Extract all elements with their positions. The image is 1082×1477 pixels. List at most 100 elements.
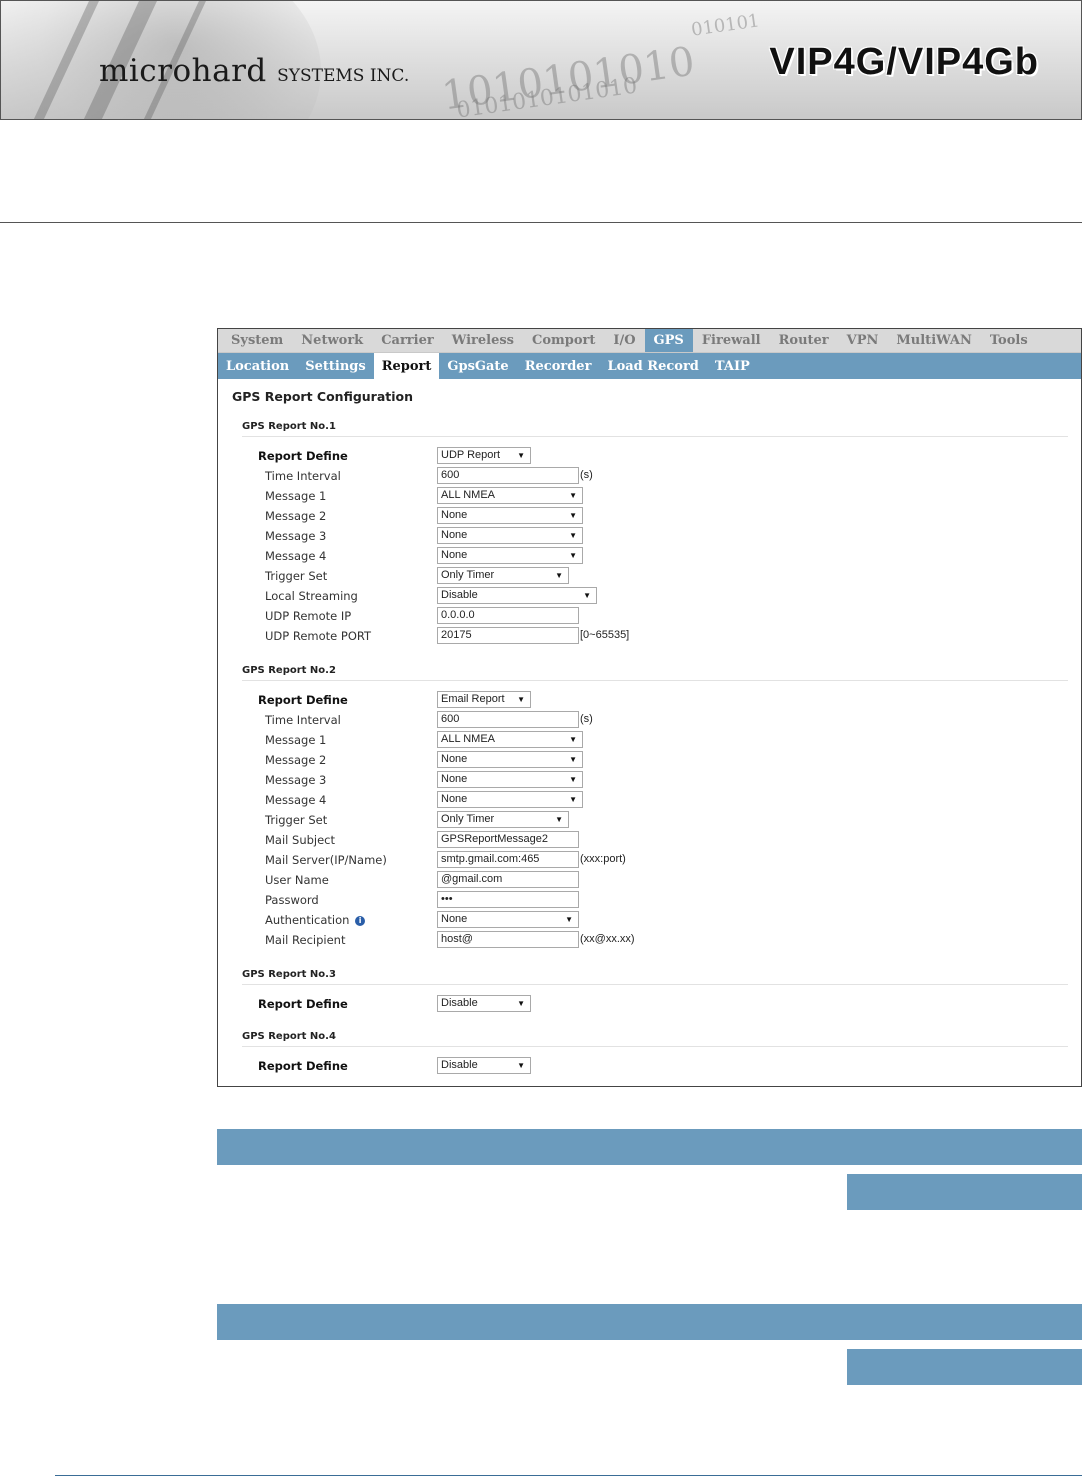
report2-message1-row: Message 1 ALL NMEA ▼ — [218, 731, 1078, 751]
message1-select[interactable]: ALL NMEA ▼ — [437, 731, 583, 748]
report-define-select[interactable]: UDP Report ▼ — [437, 447, 531, 464]
subtab-settings[interactable]: Settings — [297, 353, 373, 379]
chevron-down-icon: ▼ — [569, 551, 577, 560]
select-value: ALL NMEA — [441, 733, 496, 745]
authentication-select[interactable]: None ▼ — [437, 911, 579, 928]
field-label: Message 4 — [265, 549, 327, 563]
subtab-gpsgate[interactable]: GpsGate — [439, 353, 516, 379]
subtab-recorder[interactable]: Recorder — [517, 353, 600, 379]
report1-define-row: Report Define UDP Report ▼ — [218, 447, 1078, 467]
time-interval-input[interactable]: 600 — [437, 711, 579, 728]
report2-message4-row: Message 4 None ▼ — [218, 791, 1078, 811]
subtab-taip[interactable]: TAIP — [707, 353, 758, 379]
report2-subject-row: Mail Subject GPSReportMessage2 — [218, 831, 1078, 851]
password-input[interactable]: ••• — [437, 891, 579, 908]
tab-multiwan[interactable]: MultiWAN — [887, 329, 980, 352]
tab-vpn[interactable]: VPN — [838, 329, 888, 352]
chevron-down-icon: ▼ — [517, 695, 525, 704]
field-label: Report Define — [258, 1059, 348, 1073]
tab-system[interactable]: System — [222, 329, 292, 352]
field-label: Mail Server(IP/Name) — [265, 853, 387, 867]
chevron-down-icon: ▼ — [569, 795, 577, 804]
udp-remote-ip-input[interactable]: 0.0.0.0 — [437, 607, 579, 624]
page-title: GPS Report Configuration — [232, 389, 414, 404]
select-value: Only Timer — [441, 813, 495, 825]
section-heading-report1: GPS Report No.1 — [242, 421, 1068, 437]
report-define-select[interactable]: Email Report ▼ — [437, 691, 531, 708]
udp-remote-port-input[interactable]: 20175 — [437, 627, 579, 644]
report1-streaming-row: Local Streaming Disable ▼ — [218, 587, 1078, 607]
select-value: Disable — [441, 1059, 478, 1071]
message2-select[interactable]: None ▼ — [437, 751, 583, 768]
tab-tools[interactable]: Tools — [981, 329, 1037, 352]
message1-select[interactable]: ALL NMEA ▼ — [437, 487, 583, 504]
subtab-report[interactable]: Report — [373, 353, 440, 379]
tab-carrier[interactable]: Carrier — [372, 329, 443, 352]
report-define-select[interactable]: Disable ▼ — [437, 995, 531, 1012]
select-value: None — [441, 549, 468, 561]
report2-message2-row: Message 2 None ▼ — [218, 751, 1078, 771]
select-value: UDP Report — [441, 449, 501, 461]
report2-interval-row: Time Interval 600 (s) — [218, 711, 1078, 731]
report1-message3-row: Message 3 None ▼ — [218, 527, 1078, 547]
user-name-input[interactable]: @gmail.com — [437, 871, 579, 888]
chevron-down-icon: ▼ — [517, 999, 525, 1008]
format-suffix: (xxx:port) — [580, 853, 626, 865]
trigger-set-select[interactable]: Only Timer ▼ — [437, 811, 569, 828]
mail-subject-input[interactable]: GPSReportMessage2 — [437, 831, 579, 848]
subtab-location[interactable]: Location — [218, 353, 297, 379]
chevron-down-icon: ▼ — [583, 591, 591, 600]
section-heading-report2: GPS Report No.2 — [242, 665, 1068, 681]
select-value: None — [441, 753, 468, 765]
chevron-down-icon: ▼ — [555, 815, 563, 824]
report2-server-row: Mail Server(IP/Name) smtp.gmail.com:465 … — [218, 851, 1078, 871]
tab-wireless[interactable]: Wireless — [443, 329, 523, 352]
divider — [0, 222, 1082, 223]
select-value: Disable — [441, 589, 478, 601]
chevron-down-icon: ▼ — [569, 531, 577, 540]
select-value: None — [441, 773, 468, 785]
select-value: Only Timer — [441, 569, 495, 581]
message4-select[interactable]: None ▼ — [437, 791, 583, 808]
gps-report-screenshot: System Network Carrier Wireless Comport … — [217, 328, 1082, 1087]
mail-server-input[interactable]: smtp.gmail.com:465 — [437, 851, 579, 868]
field-label: Message 4 — [265, 793, 327, 807]
report1-interval-row: Time Interval 600 (s) — [218, 467, 1078, 487]
subtab-load-record[interactable]: Load Record — [599, 353, 706, 379]
mail-recipient-input[interactable]: host@ — [437, 931, 579, 948]
message2-select[interactable]: None ▼ — [437, 507, 583, 524]
section-heading-report3: GPS Report No.3 — [242, 969, 1068, 985]
report1-trigger-row: Trigger Set Only Timer ▼ — [218, 567, 1078, 587]
sub-nav: Location Settings Report GpsGate Recorde… — [218, 353, 1081, 379]
unit-suffix: (s) — [580, 713, 593, 725]
field-label: Report Define — [258, 997, 348, 1011]
message3-select[interactable]: None ▼ — [437, 771, 583, 788]
message4-select[interactable]: None ▼ — [437, 547, 583, 564]
chevron-down-icon: ▼ — [569, 775, 577, 784]
info-icon[interactable]: i — [355, 916, 366, 926]
report1-message1-row: Message 1 ALL NMEA ▼ — [218, 487, 1078, 507]
tab-comport[interactable]: Comport — [523, 329, 604, 352]
tab-firewall[interactable]: Firewall — [693, 329, 770, 352]
message3-select[interactable]: None ▼ — [437, 527, 583, 544]
field-label: Mail Subject — [265, 833, 336, 847]
chevron-down-icon: ▼ — [569, 491, 577, 500]
unit-suffix: (s) — [580, 469, 593, 481]
select-value: ALL NMEA — [441, 489, 496, 501]
tab-router[interactable]: Router — [770, 329, 838, 352]
field-label: Time Interval — [265, 713, 341, 727]
tab-gps[interactable]: GPS — [644, 329, 693, 352]
field-label: Message 2 — [265, 509, 327, 523]
time-interval-input[interactable]: 600 — [437, 467, 579, 484]
format-suffix: (xx@xx.xx) — [580, 933, 635, 945]
value-cell-bar — [847, 1349, 1082, 1385]
range-suffix: [0~65535] — [580, 629, 630, 641]
trigger-set-select[interactable]: Only Timer ▼ — [437, 567, 569, 584]
select-value: None — [441, 509, 468, 521]
tab-network[interactable]: Network — [292, 329, 372, 352]
report-define-select[interactable]: Disable ▼ — [437, 1057, 531, 1074]
local-streaming-select[interactable]: Disable ▼ — [437, 587, 597, 604]
value-cell-bar — [847, 1174, 1082, 1210]
tab-io[interactable]: I/O — [604, 329, 644, 352]
field-label: Time Interval — [265, 469, 341, 483]
